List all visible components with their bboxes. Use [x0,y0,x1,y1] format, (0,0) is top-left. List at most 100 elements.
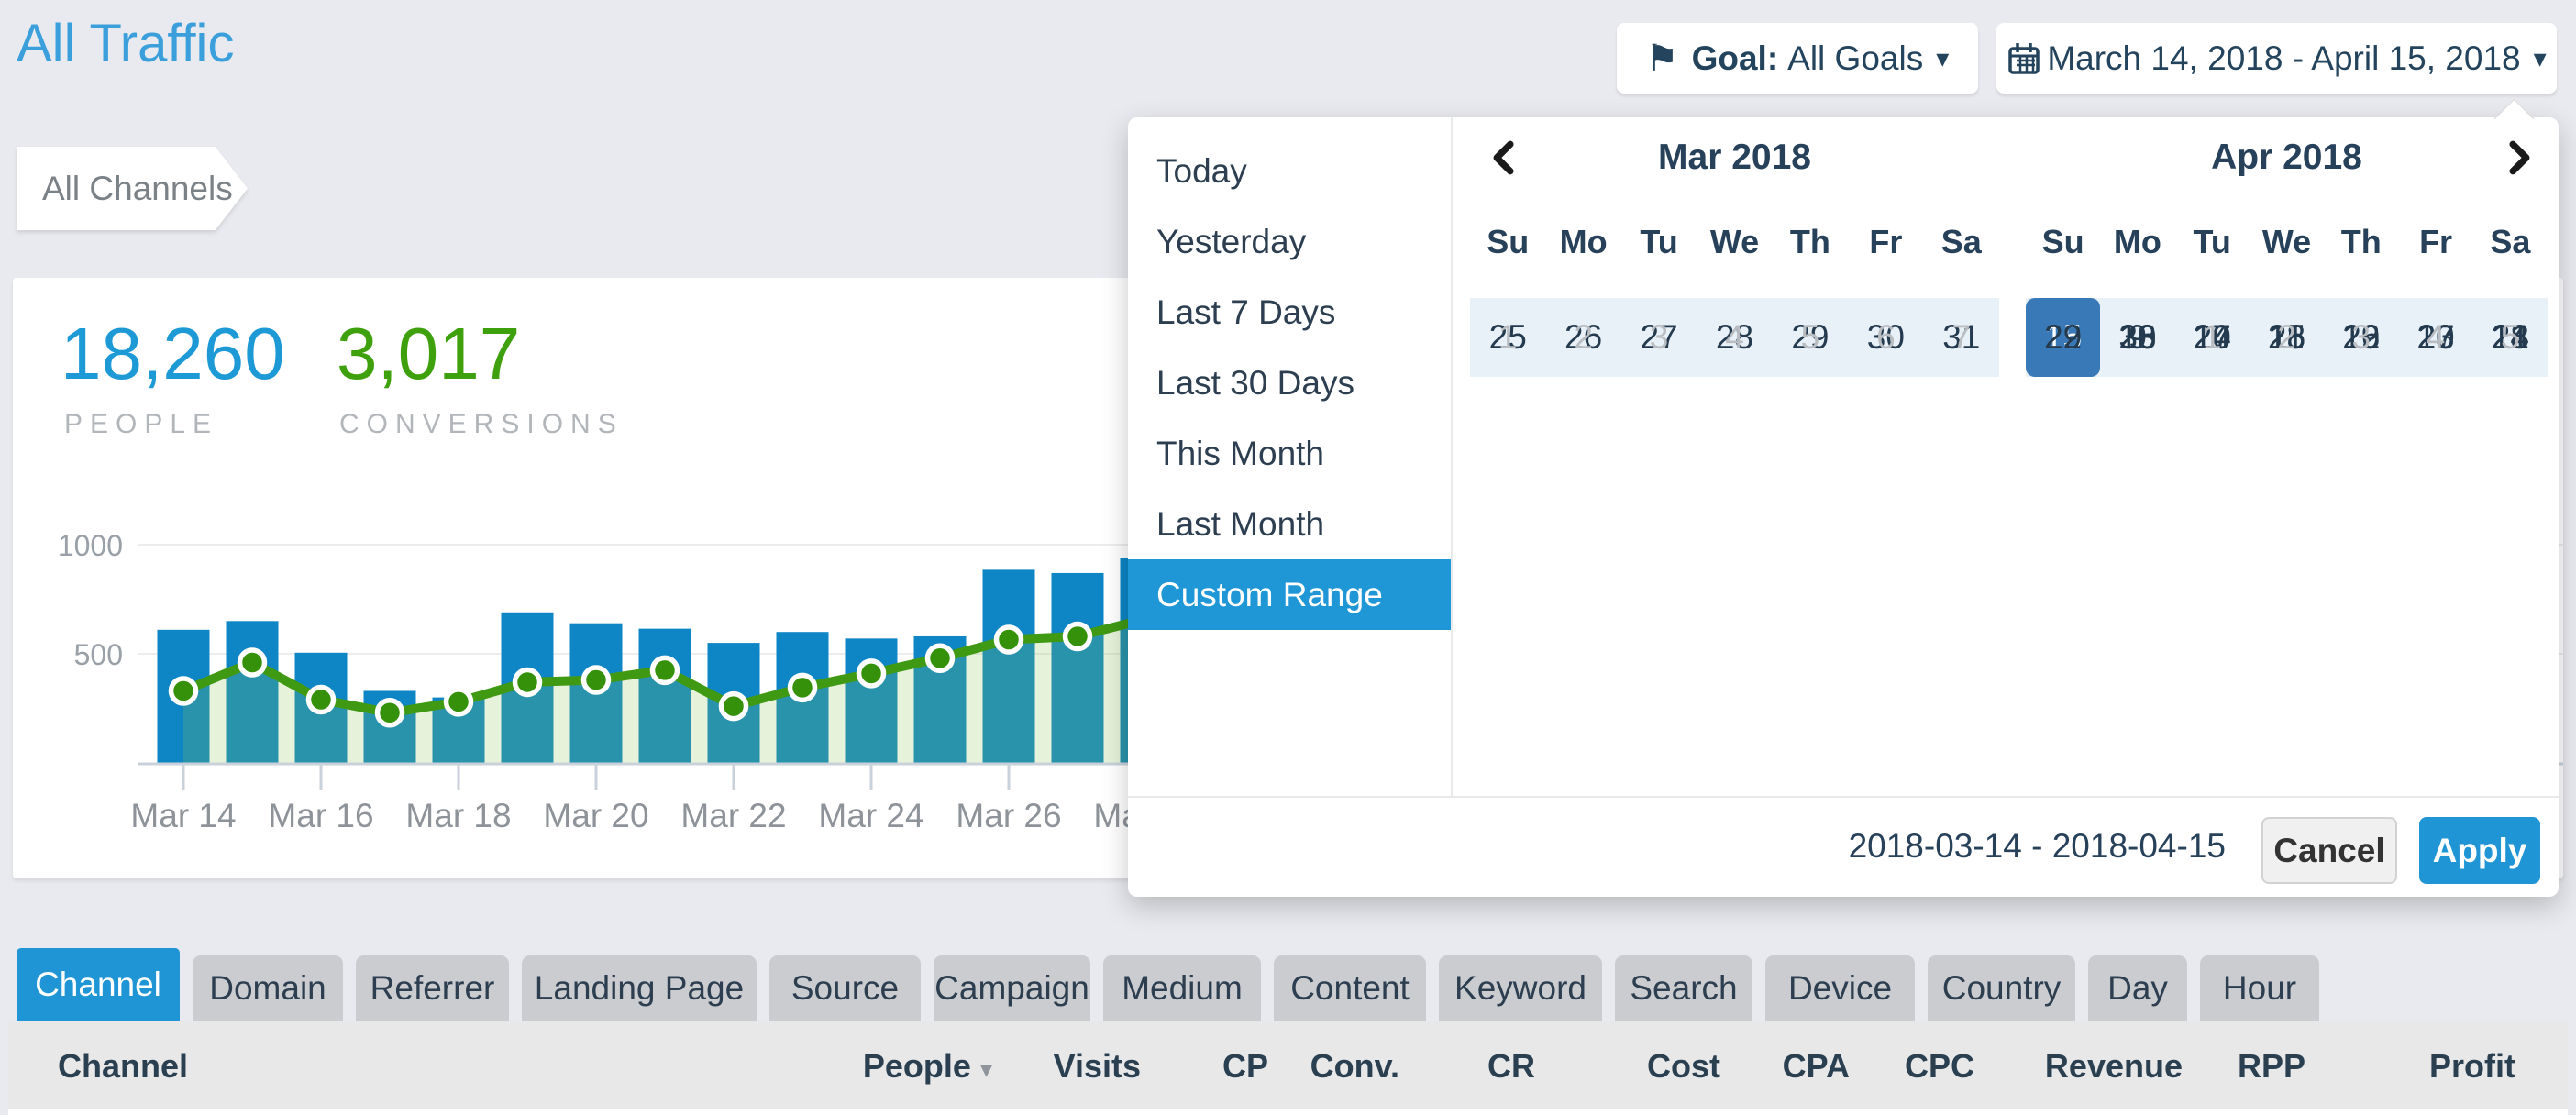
day-cell[interactable]: 4 [2398,298,2472,377]
x-axis-tick-label: Mar 18 [405,797,511,834]
datepicker-range-custom-range[interactable]: Custom Range [1128,559,1451,630]
tab-referrer[interactable]: Referrer [356,955,509,1021]
goal-value: All Goals [1787,39,1923,78]
conversions-point [515,669,540,694]
chevron-down-icon: ▾ [1936,43,1949,73]
date-range-value: March 14, 2018 - April 15, 2018 [2047,39,2520,78]
column-header-profit[interactable]: Profit [2429,1047,2515,1086]
weekday-label: Sa [1924,223,1999,263]
weekday-label: Fr [2398,223,2472,263]
table-body-top [8,1109,2568,1115]
cancel-button[interactable]: Cancel [2261,817,2397,884]
conversions-point [240,650,265,675]
day-cell[interactable]: 30 [2100,298,2174,377]
conversions-point [1066,624,1090,648]
datepicker-range-yesterday[interactable]: Yesterday [1128,206,1451,277]
chevron-down-icon: ▾ [2534,43,2547,73]
conversions-point [928,646,953,670]
day-cell[interactable]: 6 [1848,298,1923,377]
weekday-label: Tu [1621,223,1697,263]
column-header-cpa[interactable]: CPA [1783,1047,1850,1086]
apply-button[interactable]: Apply [2419,817,2540,884]
day-cell[interactable]: 29 [2026,298,2100,377]
tab-content[interactable]: Content [1274,955,1426,1021]
x-axis-tick-label: Mar 22 [680,797,786,834]
breadcrumb-arrow-shape: All Channels [17,147,248,230]
column-header-rpp[interactable]: RPP [2238,1047,2305,1086]
weekday-label: Su [1470,223,1545,263]
weekday-label: We [2250,223,2324,263]
tab-country[interactable]: Country [1928,955,2075,1021]
weekday-label: Fr [1848,223,1923,263]
tab-domain[interactable]: Domain [193,955,343,1021]
conversions-point [171,679,196,703]
conversions-point [584,668,609,692]
tab-device[interactable]: Device [1765,955,1915,1021]
column-header-visits[interactable]: Visits [1054,1047,1141,1086]
datepicker-range-last-7-days[interactable]: Last 7 Days [1128,277,1451,348]
column-header-cost[interactable]: Cost [1647,1047,1720,1086]
column-header-channel[interactable]: Channel [58,1047,188,1086]
conversions-point [859,661,884,686]
analytics-dashboard: All Traffic ⚑ Goal: All Goals ▾ March 14… [0,0,2576,1115]
weekday-label: Mo [1545,223,1620,263]
tab-source[interactable]: Source [769,955,921,1021]
tab-medium[interactable]: Medium [1103,955,1261,1021]
day-cell[interactable]: 5 [2473,298,2548,377]
day-cell[interactable]: 2 [2250,298,2324,377]
weekday-row: SuMoTuWeThFrSa [2026,223,2548,263]
y-axis-tick-label: 1000 [58,529,123,562]
month-header: Apr 2018 [2026,136,2548,182]
dropdown-footer: 2018-03-14 - 2018-04-15 Cancel Apply [1128,796,2559,899]
conversions-point [790,675,815,700]
tab-hour[interactable]: Hour [2200,955,2319,1021]
conversions-point [447,690,471,714]
breadcrumb-label: All Channels [42,170,233,208]
day-cell[interactable]: 3 [2324,298,2398,377]
x-axis-tick-label: Mar 14 [130,797,236,834]
column-header-people[interactable]: People▾ [863,1047,992,1086]
y-axis-tick-label: 500 [74,638,123,671]
weekday-label: Tu [2175,223,2250,263]
datepicker-range-last-month[interactable]: Last Month [1128,489,1451,559]
x-axis-tick-label: Mar 16 [268,797,373,834]
weekday-row: SuMoTuWeThFrSa [1470,223,1999,263]
weekday-label: Su [2026,223,2100,263]
day-cell[interactable]: 1 [1470,298,1545,377]
x-axis-tick-label: Mar 26 [956,797,1061,834]
day-cell[interactable]: 1 [2175,298,2250,377]
column-header-cp[interactable]: CP [1222,1047,1268,1086]
breadcrumb[interactable]: All Channels [17,147,248,230]
tab-keyword[interactable]: Keyword [1439,955,1602,1021]
calendar-week-row: 1234567 [1470,298,1999,377]
tab-landing-page[interactable]: Landing Page [522,955,757,1021]
x-axis-tick-label: Mar 24 [818,797,923,834]
column-header-revenue[interactable]: Revenue [2045,1047,2183,1086]
day-cell[interactable]: 2 [1545,298,1620,377]
conversions-point [653,657,678,682]
page-title: All Traffic [17,13,234,74]
column-header-conv[interactable]: Conv. [1310,1047,1399,1086]
calendar-week-row: 293012345 [2026,298,2548,377]
datepicker-range-this-month[interactable]: This Month [1128,418,1451,489]
datepicker-range-today[interactable]: Today [1128,136,1451,206]
day-cell[interactable]: 5 [1773,298,1848,377]
flag-icon: ⚑ [1646,40,1679,77]
tab-day[interactable]: Day [2088,955,2187,1021]
goal-selector-button[interactable]: ⚑ Goal: All Goals ▾ [1617,23,1978,94]
date-range-button[interactable]: March 14, 2018 - April 15, 2018 ▾ [1996,23,2557,94]
tab-channel[interactable]: Channel [17,948,180,1021]
weekday-label: Th [1773,223,1848,263]
preset-range-list: TodayYesterdayLast 7 DaysLast 30 DaysThi… [1128,136,1451,630]
column-header-cr[interactable]: CR [1487,1047,1535,1086]
column-header-cpc[interactable]: CPC [1905,1047,1974,1086]
day-cell[interactable]: 3 [1621,298,1697,377]
day-cell[interactable]: 7 [1924,298,1999,377]
tab-search[interactable]: Search [1615,955,1752,1021]
datepicker-range-last-30-days[interactable]: Last 30 Days [1128,348,1451,418]
tab-campaign[interactable]: Campaign [934,955,1090,1021]
selected-range-text: 2018-03-14 - 2018-04-15 [1849,827,2226,866]
month-header: Mar 2018 [1470,136,1999,182]
day-cell[interactable]: 4 [1697,298,1772,377]
sort-caret-icon: ▾ [980,1055,992,1083]
